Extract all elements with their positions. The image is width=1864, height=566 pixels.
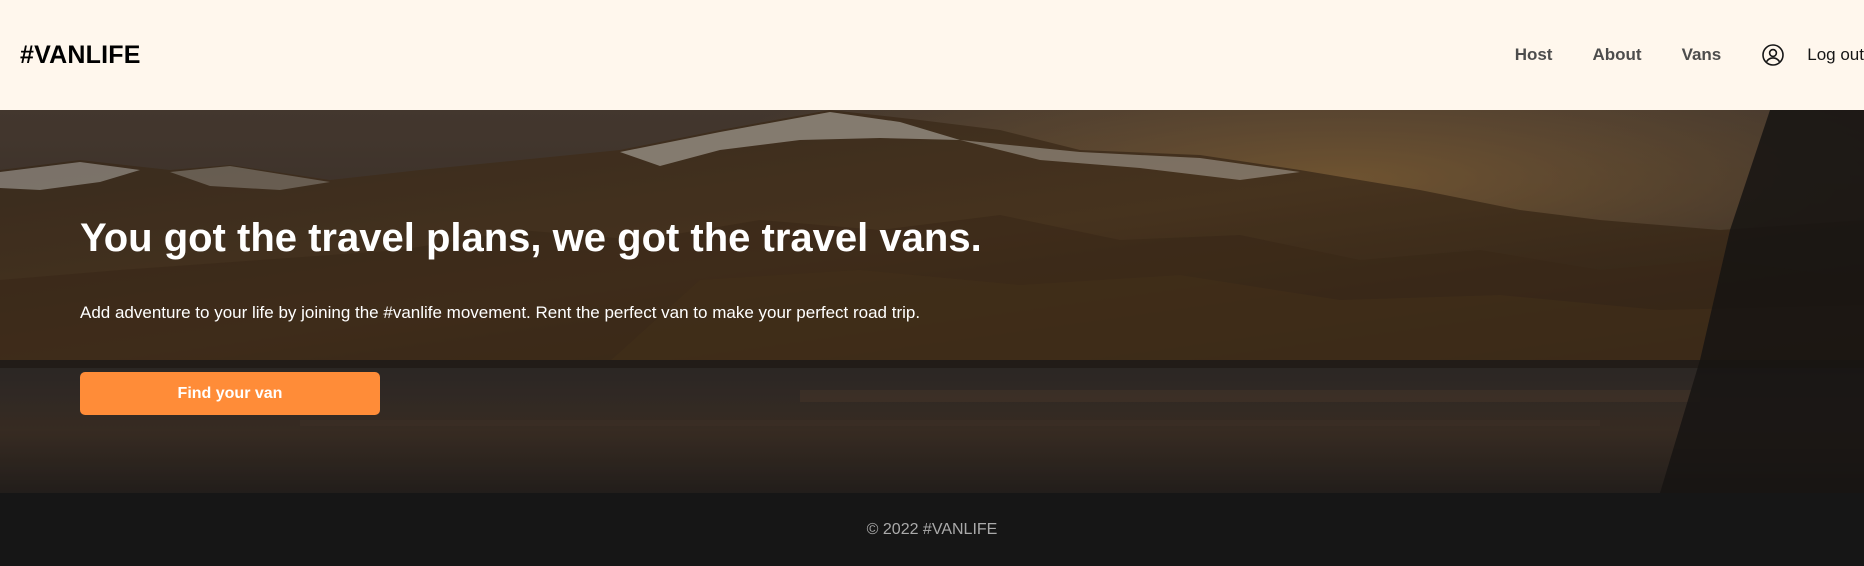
footer-copyright: © 2022 #VANLIFE	[866, 520, 998, 538]
hero-section: You got the travel plans, we got the tra…	[0, 110, 1864, 493]
user-circle-icon[interactable]	[1761, 43, 1785, 67]
site-header: #VANLIFE Host About Vans Log out	[0, 0, 1864, 110]
nav-link-vans[interactable]: Vans	[1682, 45, 1722, 65]
nav-link-host[interactable]: Host	[1515, 45, 1553, 65]
hero-description: Add adventure to your life by joining th…	[80, 303, 921, 322]
find-your-van-button[interactable]: Find your van	[80, 372, 380, 415]
nav-link-about[interactable]: About	[1592, 45, 1641, 65]
hero-content: You got the travel plans, we got the tra…	[80, 214, 1180, 415]
main-nav: Host About Vans Log out	[1515, 0, 1864, 110]
logout-link[interactable]: Log out	[1807, 45, 1864, 65]
site-logo[interactable]: #VANLIFE	[20, 41, 141, 70]
hero-title: You got the travel plans, we got the tra…	[80, 216, 982, 260]
site-footer: © 2022 #VANLIFE	[0, 493, 1864, 566]
